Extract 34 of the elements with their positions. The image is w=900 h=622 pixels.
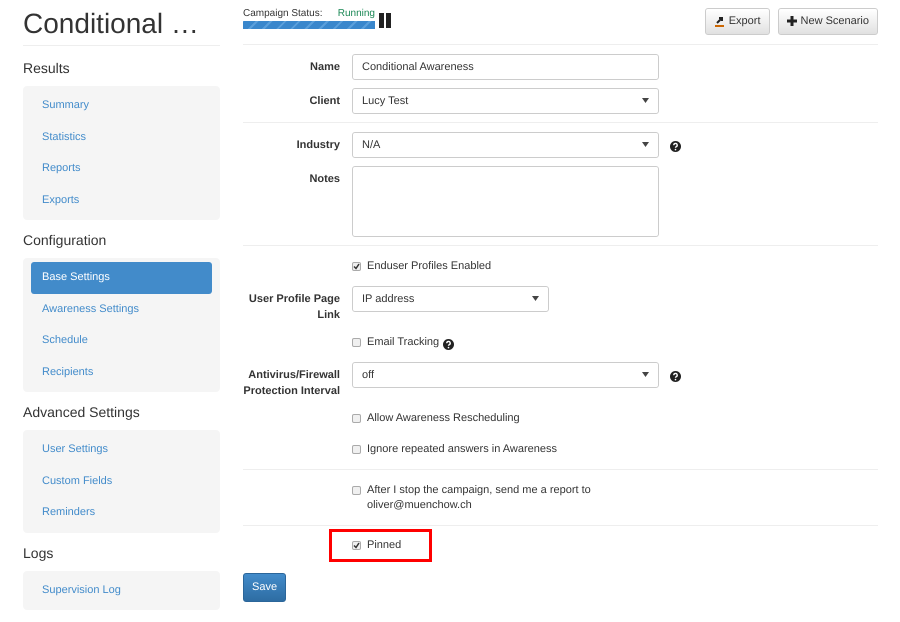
checkbox-label: After I stop the campaign, send me a report to oliver@muenchow.ch — [367, 483, 592, 513]
checkbox-label: Allow Awareness Rescheduling — [367, 411, 520, 426]
field-label: Client — [308, 94, 340, 109]
status-value: Running — [338, 8, 375, 20]
save-button[interactable]: Save — [243, 573, 286, 602]
checkbox-option[interactable]: After I stop the campaign, send me a report to oliver@muenchow.ch — [352, 479, 602, 517]
checkbox-label: Pinned — [367, 538, 402, 553]
field-label: Antivirus/Firewall Protection Interval — [243, 368, 340, 399]
status-label: Campaign Status: — [243, 8, 322, 20]
select-field[interactable]: N/A — [352, 132, 659, 158]
checkbox-option[interactable]: Allow Awareness Rescheduling — [352, 407, 520, 430]
select-field[interactable]: off — [352, 362, 659, 388]
field-label: Notes — [308, 172, 340, 187]
checkbox-label: Ignore repeated answers in Awareness — [367, 442, 557, 457]
sidebar-item[interactable]: Base Settings — [31, 262, 212, 294]
section-heading: Results — [23, 59, 71, 78]
checkbox-option[interactable]: Pinned — [332, 532, 430, 559]
section-heading: Advanced Settings — [23, 403, 141, 422]
text-field[interactable]: Conditional Awareness — [352, 54, 659, 80]
checkbox-option[interactable]: Enduser Profiles Enabled — [352, 255, 492, 278]
field-label: Industry — [296, 138, 340, 153]
checkbox-option[interactable]: Email Tracking — [352, 331, 440, 354]
section-heading: Logs — [23, 544, 54, 563]
export-button[interactable]: Export — [704, 8, 770, 34]
page-title: Conditional … — [23, 10, 200, 41]
checkbox-label: Enduser Profiles Enabled — [367, 259, 492, 274]
field-label: Name — [309, 60, 340, 75]
field-label: User Profile Page Link — [248, 292, 340, 323]
select-field[interactable]: IP address — [352, 286, 549, 312]
checkbox-option[interactable]: Ignore repeated answers in Awareness — [352, 438, 557, 461]
select-field[interactable]: Lucy Test — [352, 88, 659, 114]
new-scenario-button[interactable]: New Scenario — [778, 8, 878, 34]
checkbox-label: Email Tracking — [367, 335, 440, 350]
section-heading: Configuration — [23, 231, 108, 250]
